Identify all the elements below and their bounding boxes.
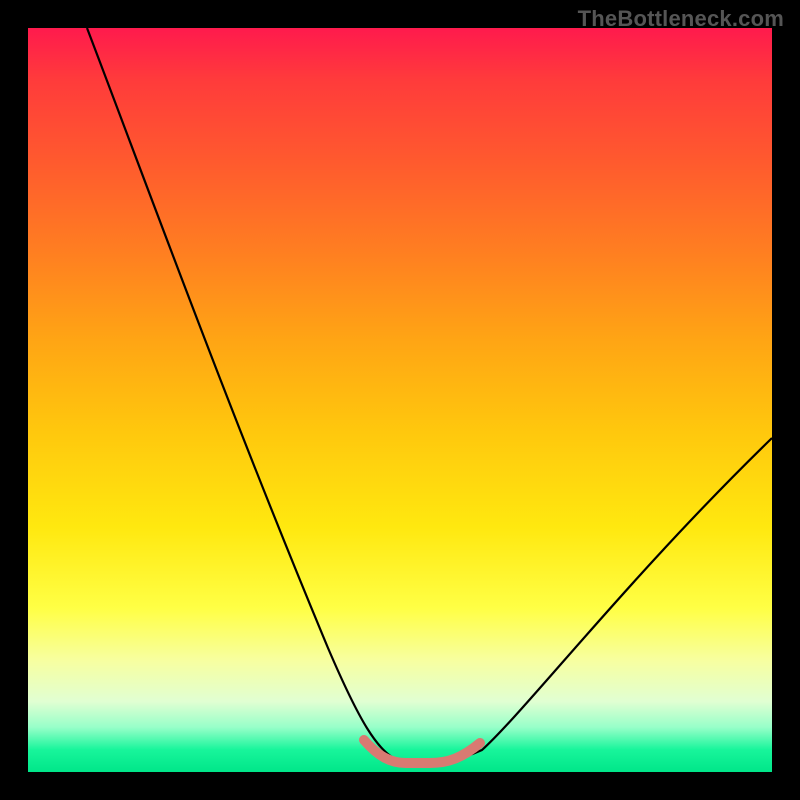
main-curve: [87, 28, 772, 763]
curve-layer: [28, 28, 772, 772]
highlight-band: [364, 740, 480, 763]
chart-frame: TheBottleneck.com: [0, 0, 800, 800]
plot-area: [28, 28, 772, 772]
watermark-text: TheBottleneck.com: [578, 6, 784, 32]
